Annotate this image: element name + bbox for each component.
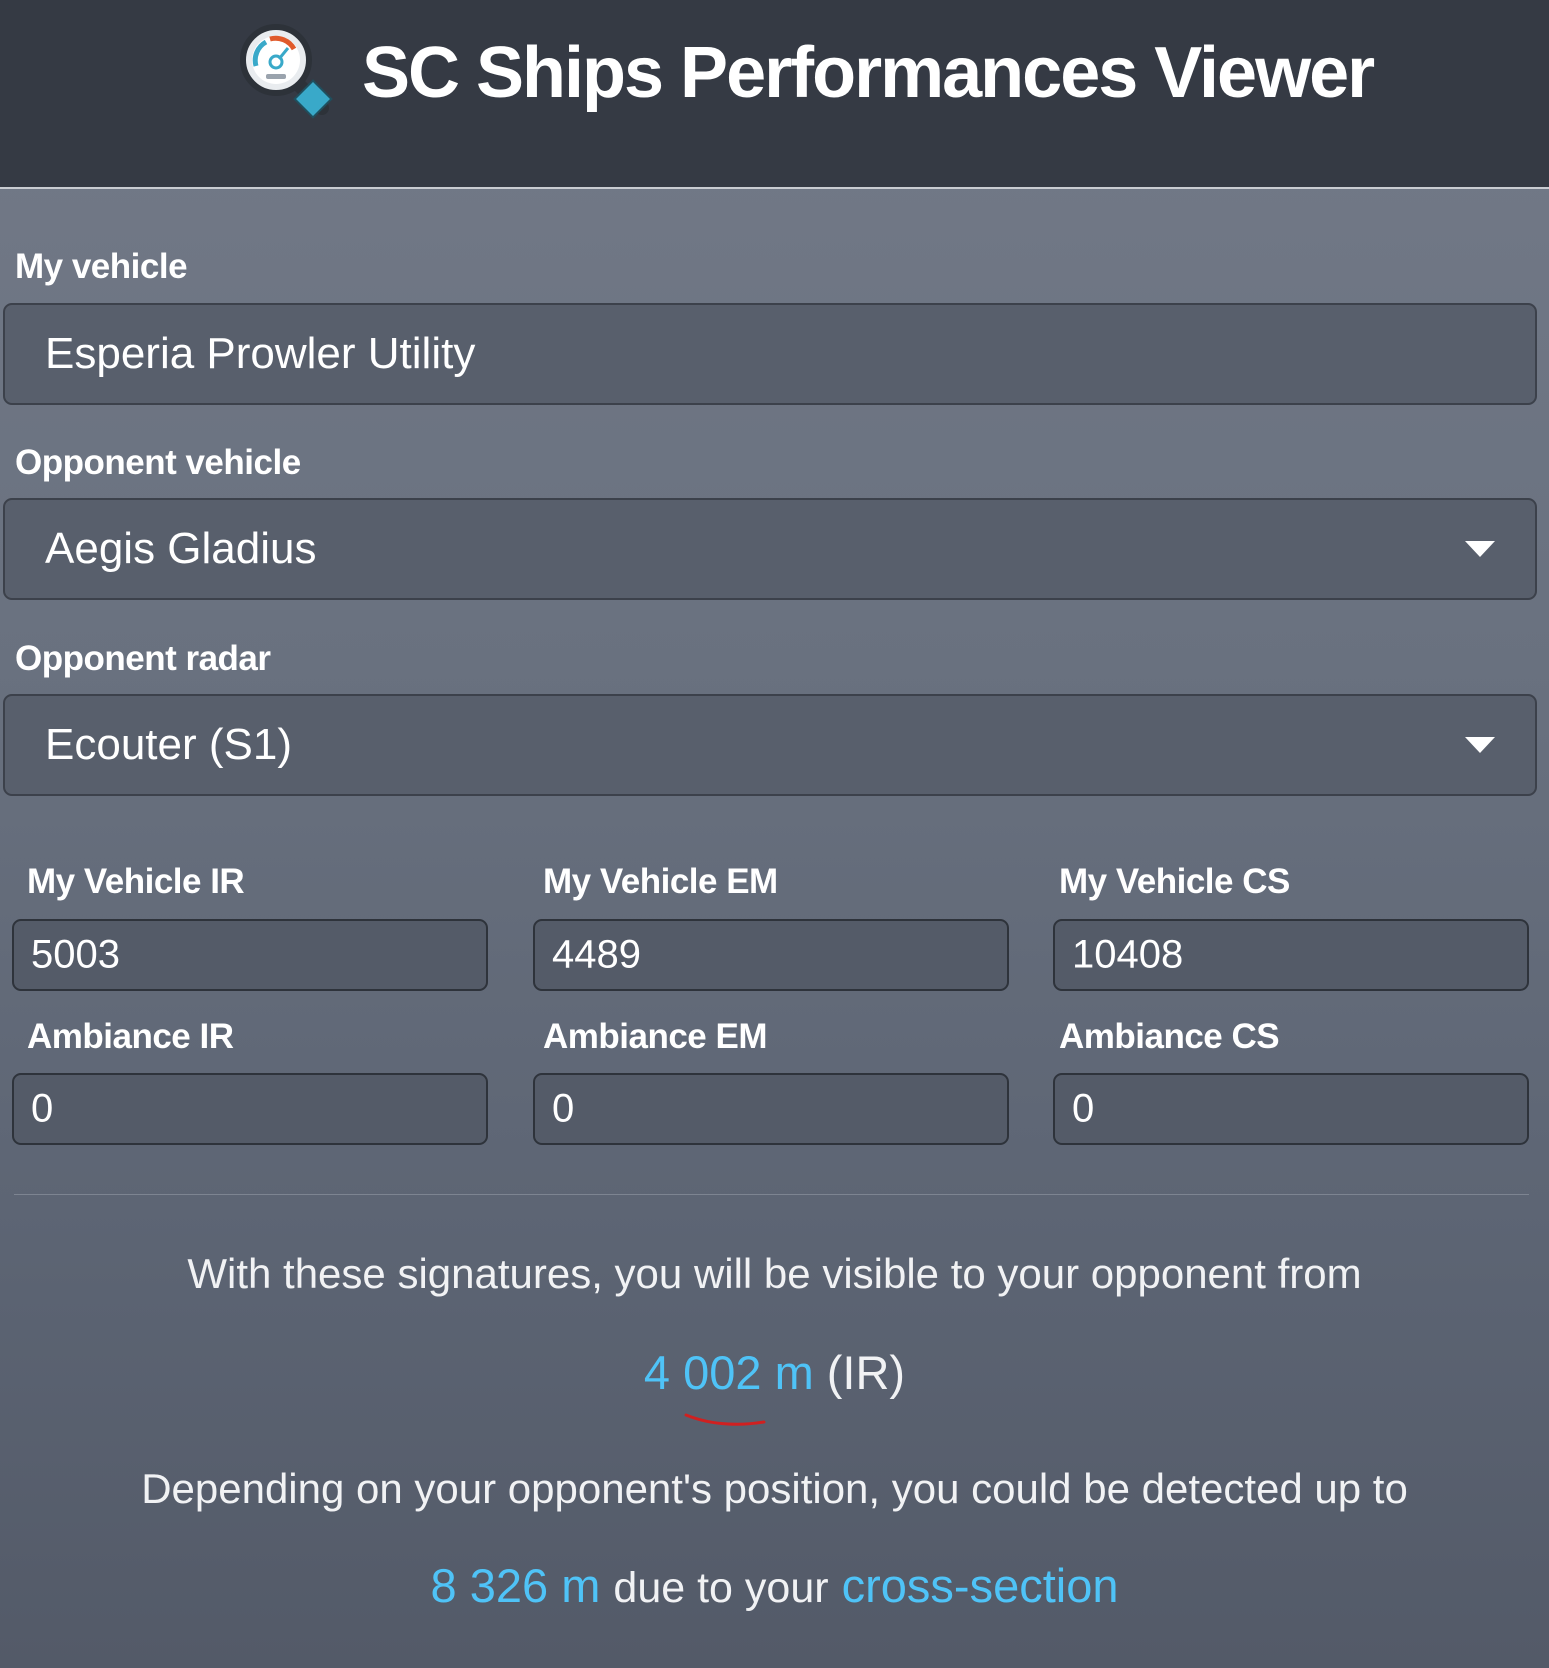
ambiance-ir-value: 0	[31, 1086, 54, 1131]
opponent-radar-label: Opponent radar	[15, 639, 271, 678]
my-vehicle-ir-label: My Vehicle IR	[27, 862, 245, 901]
app-header: SC Ships Performances Viewer	[0, 0, 1549, 189]
ambiance-em-label: Ambiance EM	[543, 1017, 768, 1056]
cross-section-link[interactable]: cross-section	[842, 1559, 1119, 1612]
my-vehicle-em-input[interactable]: 4489	[533, 919, 1009, 991]
detected-distance: 8 326 m	[430, 1559, 601, 1612]
my-vehicle-cs-value: 10408	[1072, 932, 1184, 977]
my-vehicle-ir-input[interactable]: 5003	[12, 919, 488, 991]
visible-type: (IR)	[826, 1346, 906, 1399]
chevron-down-icon	[1465, 737, 1495, 753]
my-vehicle-cs-input[interactable]: 10408	[1053, 919, 1529, 991]
opponent-vehicle-label: Opponent vehicle	[15, 443, 301, 482]
magnifier-gauge-icon	[240, 24, 333, 119]
app-title: SC Ships Performances Viewer	[362, 33, 1375, 113]
opponent-vehicle-value: Aegis Gladius	[45, 524, 317, 573]
annotation-mark	[684, 1413, 766, 1426]
my-vehicle-value: Esperia Prowler Utility	[45, 329, 476, 378]
my-vehicle-ir-value: 5003	[31, 932, 120, 977]
visible-text: With these signatures, you will be visib…	[187, 1250, 1362, 1297]
ambiance-cs-label: Ambiance CS	[1059, 1017, 1280, 1056]
my-vehicle-input[interactable]: Esperia Prowler Utility	[3, 303, 1537, 405]
opponent-radar-select[interactable]: Ecouter (S1)	[3, 694, 1537, 796]
visible-distance: 4 002 m	[643, 1346, 814, 1399]
detected-mid: due to your	[613, 1564, 829, 1612]
ambiance-ir-label: Ambiance IR	[27, 1017, 234, 1056]
opponent-vehicle-select[interactable]: Aegis Gladius	[3, 498, 1537, 600]
divider	[14, 1194, 1529, 1195]
opponent-radar-value: Ecouter (S1)	[45, 720, 292, 769]
ambiance-em-value: 0	[552, 1086, 575, 1131]
visible-distance-line: 4 002 m (IR)	[0, 1345, 1549, 1400]
ambiance-em-input[interactable]: 0	[533, 1073, 1009, 1145]
my-vehicle-cs-label: My Vehicle CS	[1059, 862, 1290, 901]
ambiance-ir-input[interactable]: 0	[12, 1073, 488, 1145]
my-vehicle-label: My vehicle	[15, 247, 188, 286]
ambiance-cs-value: 0	[1072, 1086, 1095, 1131]
chevron-down-icon	[1465, 541, 1495, 557]
detected-text: Depending on your opponent's position, y…	[141, 1465, 1408, 1512]
ambiance-cs-input[interactable]: 0	[1053, 1073, 1529, 1145]
my-vehicle-em-value: 4489	[552, 932, 641, 977]
my-vehicle-em-label: My Vehicle EM	[543, 862, 778, 901]
detected-distance-line: 8 326 m due to your cross-section	[0, 1558, 1549, 1613]
